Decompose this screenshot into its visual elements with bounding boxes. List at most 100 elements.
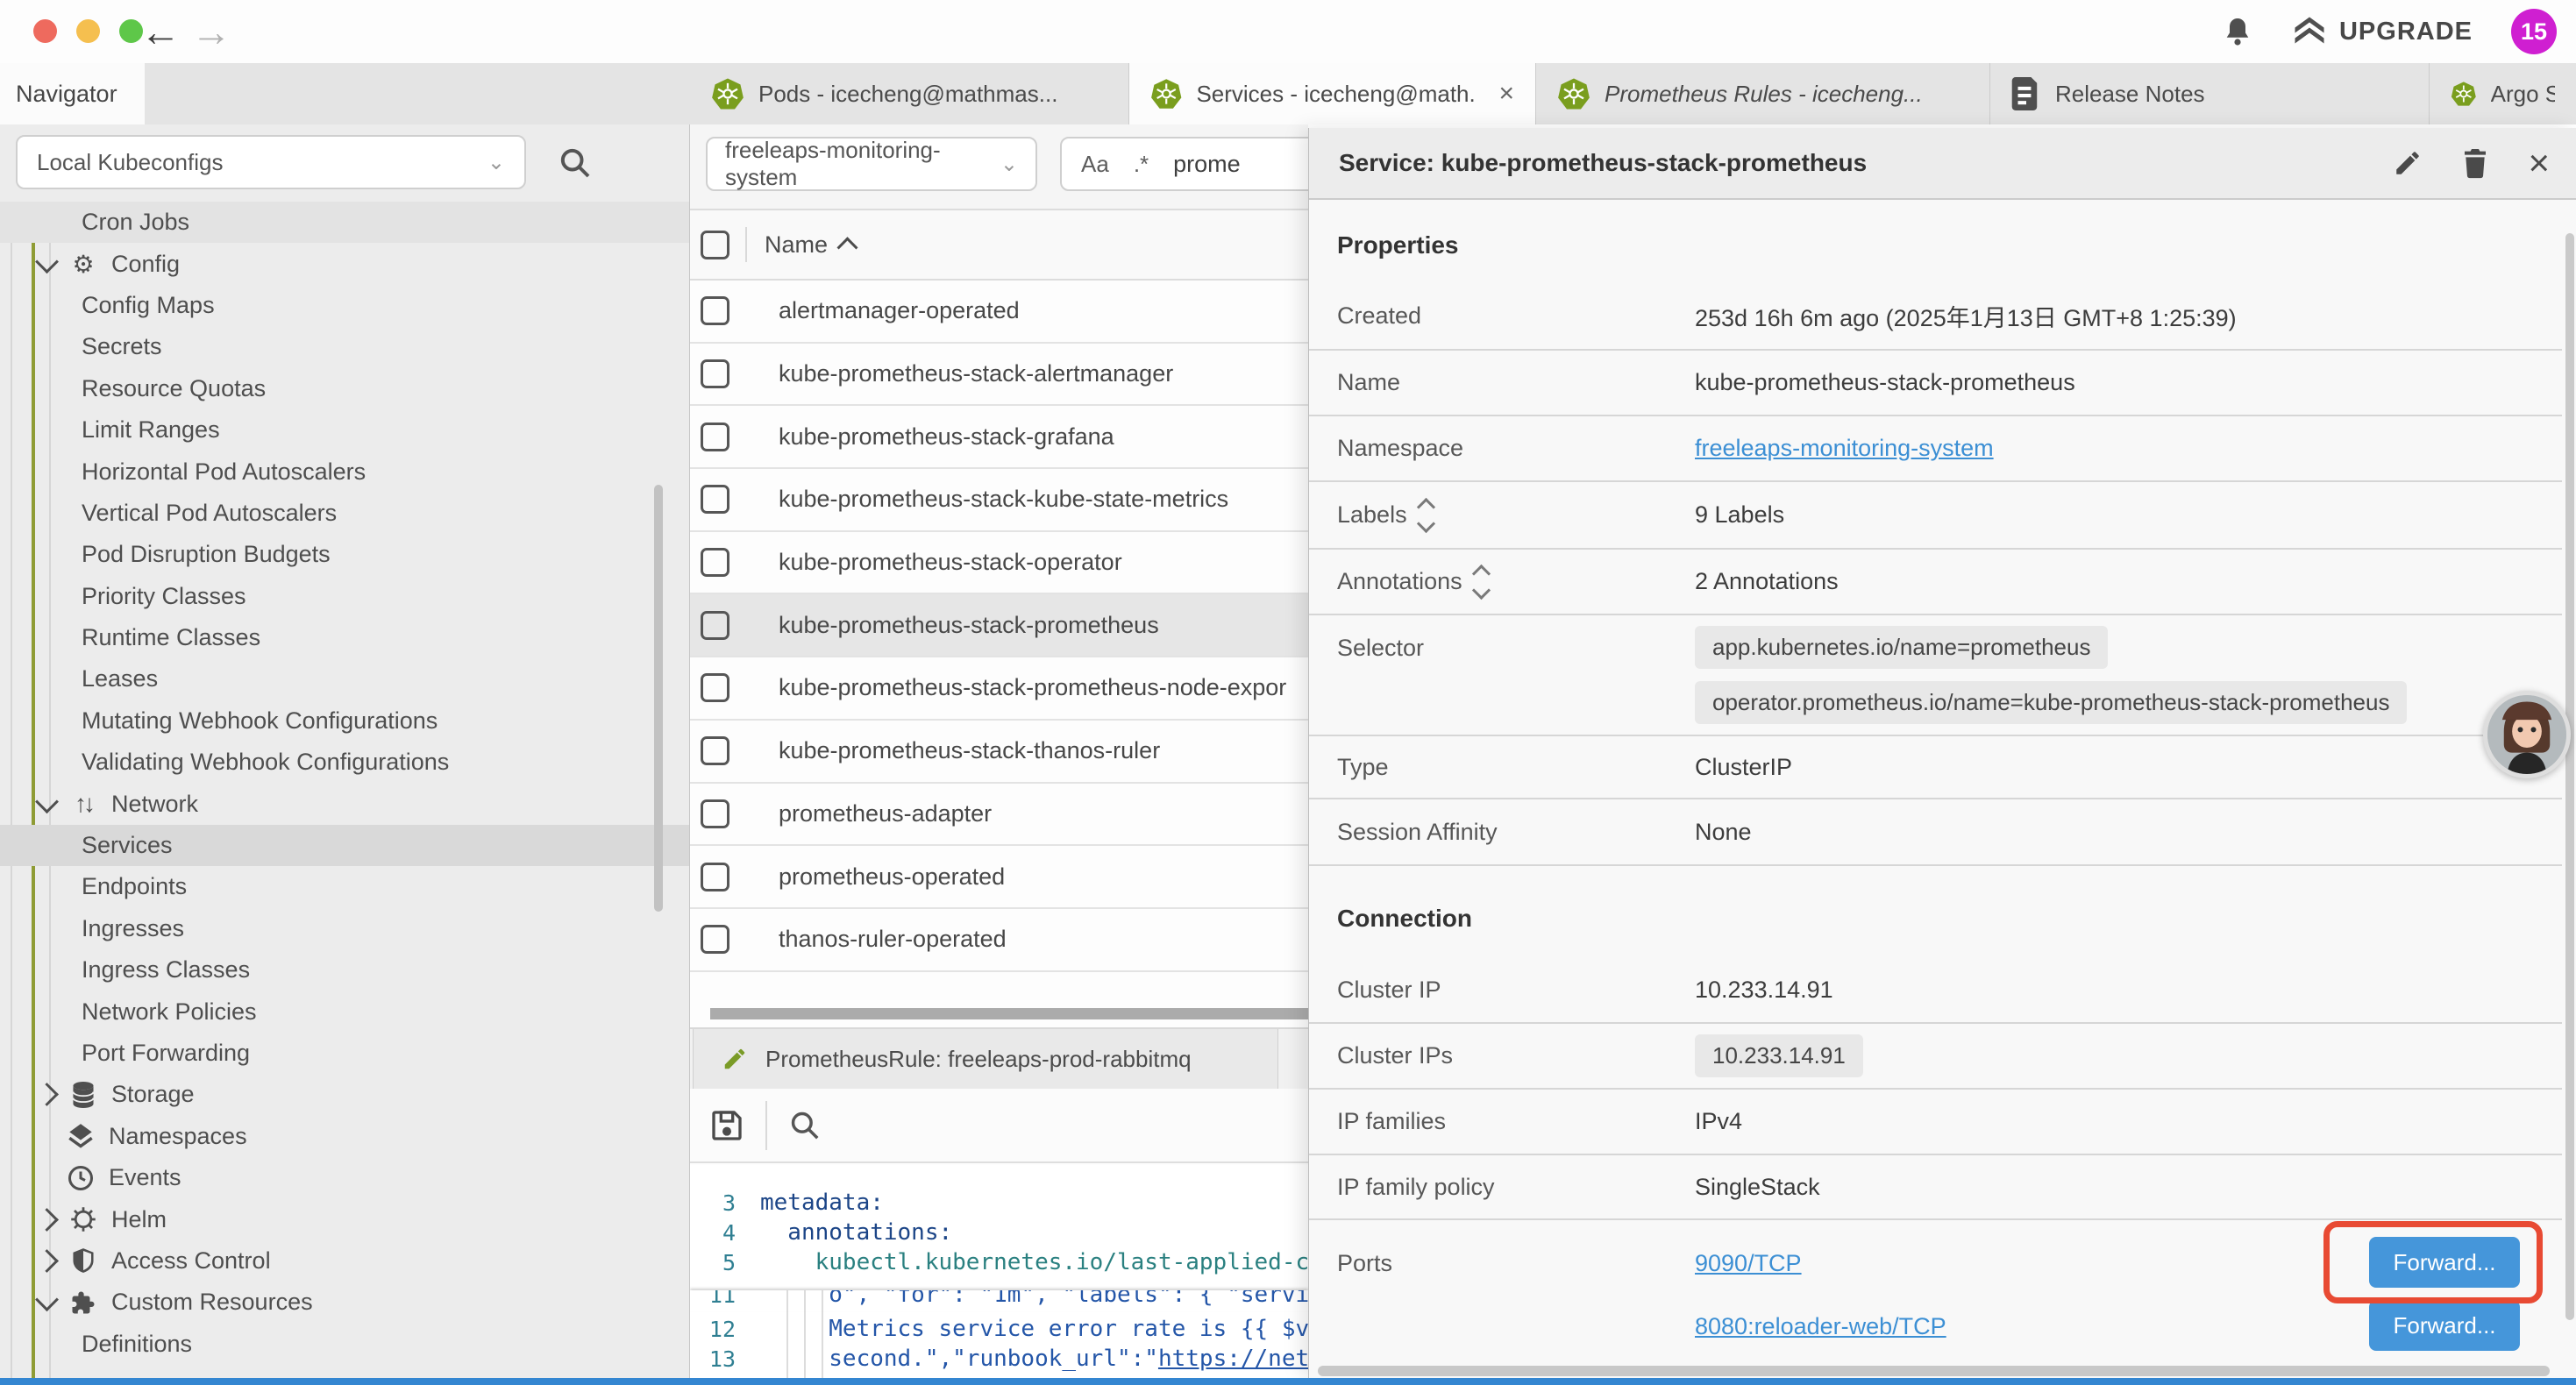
table-row[interactable]: kube-prometheus-stack-operator <box>690 532 1308 595</box>
sidebar-item-storage[interactable]: Storage <box>0 1074 689 1115</box>
sidebar-item-secrets[interactable]: Secrets <box>0 326 689 367</box>
selector-chip: app.kubernetes.io/name=prometheus <box>1695 626 2108 669</box>
row-checkbox[interactable] <box>701 485 729 514</box>
row-checkbox[interactable] <box>701 296 729 325</box>
back-arrow-icon[interactable]: ← <box>140 5 181 58</box>
sidebar-item-services[interactable]: Services <box>0 825 689 866</box>
details-horizontal-scrollbar[interactable] <box>1318 1366 2550 1376</box>
tab-prometheus-rules[interactable]: Prometheus Rules - icecheng... <box>1536 63 1990 124</box>
avatar[interactable] <box>2483 691 2571 778</box>
sidebar-item-port-forwarding[interactable]: Port Forwarding <box>0 1033 689 1074</box>
table-row[interactable]: kube-prometheus-stack-kube-state-metrics <box>690 469 1308 532</box>
close-tab-icon[interactable]: × <box>1498 79 1514 109</box>
maximize-window-button[interactable] <box>119 19 143 43</box>
sidebar-scrollbar[interactable] <box>654 485 663 912</box>
kubeconfig-selector[interactable]: Local Kubeconfigs ⌄ <box>16 135 526 189</box>
close-window-button[interactable] <box>33 19 57 43</box>
expand-toggle-icon[interactable] <box>1420 501 1433 530</box>
table-row[interactable]: prometheus-operated <box>690 846 1308 909</box>
forward-arrow-icon[interactable]: → <box>191 5 231 58</box>
navigator-panel-tab[interactable]: Navigator <box>0 63 145 124</box>
regex-icon[interactable]: .* <box>1134 151 1149 178</box>
minimize-window-button[interactable] <box>76 19 100 43</box>
table-row[interactable]: prometheus-adapter <box>690 784 1308 847</box>
chevron-right-icon <box>35 1083 59 1106</box>
port-link-8080[interactable]: 8080:reloader-web/TCP <box>1695 1313 1946 1339</box>
sidebar-item-runtime-classes[interactable]: Runtime Classes <box>0 617 689 658</box>
namespace-link[interactable]: freeleaps-monitoring-system <box>1695 435 1994 461</box>
expand-toggle-icon[interactable] <box>1475 567 1488 597</box>
runbook-url-link[interactable]: https://net <box>1158 1346 1308 1372</box>
match-case-icon[interactable]: Aa <box>1081 151 1109 178</box>
code-line: 3 metadata: <box>690 1188 1308 1218</box>
sidebar-item-custom-resources[interactable]: Custom Resources <box>0 1282 689 1323</box>
row-checkbox[interactable] <box>701 799 729 828</box>
detail-row-session-affinity: Session Affinity None <box>1309 799 2562 866</box>
sidebar-item-config[interactable]: ⚙ Config <box>0 243 689 284</box>
edit-icon[interactable] <box>2393 148 2423 178</box>
row-checkbox[interactable] <box>701 863 729 891</box>
namespace-selector[interactable]: freeleaps-monitoring-system ⌄ <box>706 137 1037 191</box>
sidebar-item-cron-jobs[interactable]: Cron Jobs <box>0 202 689 243</box>
dock-tab-prometheusrule[interactable]: PrometheusRule: freeleaps-prod-rabbitmq <box>693 1029 1278 1089</box>
select-all-checkbox[interactable] <box>701 231 729 259</box>
table-row[interactable]: thanos-ruler-operated <box>690 909 1308 972</box>
name-column-header[interactable]: Name <box>765 231 855 259</box>
close-details-icon[interactable]: × <box>2528 145 2550 181</box>
tab-pods[interactable]: Pods - icecheng@mathmas... <box>690 63 1129 124</box>
sidebar-item-network[interactable]: ↑↓ Network <box>0 783 689 824</box>
sidebar-item-vertical-pod-autoscalers[interactable]: Vertical Pod Autoscalers <box>0 493 689 534</box>
upgrade-label: UPGRADE <box>2339 18 2473 46</box>
row-checkbox[interactable] <box>701 359 729 388</box>
sidebar-item-pod-disruption-budgets[interactable]: Pod Disruption Budgets <box>0 534 689 575</box>
table-row[interactable]: kube-prometheus-stack-thanos-ruler <box>690 721 1308 784</box>
sidebar-item-horizontal-pod-autoscalers[interactable]: Horizontal Pod Autoscalers <box>0 451 689 492</box>
row-checkbox[interactable] <box>701 736 729 765</box>
table-row[interactable]: alertmanager-operated <box>690 281 1308 344</box>
sidebar-item-config-maps[interactable]: Config Maps <box>0 285 689 326</box>
sidebar-item-resource-quotas[interactable]: Resource Quotas <box>0 368 689 409</box>
editor-search-icon[interactable] <box>788 1109 822 1142</box>
tab-services[interactable]: Services - icecheng@math... × <box>1129 63 1536 124</box>
row-checkbox[interactable] <box>701 548 729 577</box>
row-checkbox[interactable] <box>701 611 729 640</box>
sidebar-item-ingresses[interactable]: Ingresses <box>0 908 689 949</box>
table-row[interactable]: kube-prometheus-stack-grafana <box>690 406 1308 469</box>
detail-row-created: Created 253d 16h 6m ago (2025年1月13日 GMT+… <box>1309 282 2562 351</box>
row-checkbox[interactable] <box>701 423 729 451</box>
list-search-input[interactable]: Aa .* prome <box>1060 137 1308 191</box>
sidebar-item-events[interactable]: Events <box>0 1157 689 1198</box>
tab-argo[interactable]: Argo Se <box>2430 63 2576 124</box>
upgrade-button[interactable]: UPGRADE <box>2292 16 2473 47</box>
sidebar-item-priority-classes[interactable]: Priority Classes <box>0 576 689 617</box>
table-row[interactable]: kube-prometheus-stack-alertmanager <box>690 344 1308 407</box>
sidebar-item-access-control[interactable]: Access Control <box>0 1240 689 1282</box>
notifications-bell-icon[interactable] <box>2222 15 2253 48</box>
table-row[interactable]: kube-prometheus-stack-prometheus-node-ex… <box>690 657 1308 721</box>
sidebar-item-validating-webhook-configurations[interactable]: Validating Webhook Configurations <box>0 742 689 783</box>
forward-button-8080[interactable]: Forward... <box>2369 1300 2520 1351</box>
sidebar-item-endpoints[interactable]: Endpoints <box>0 866 689 907</box>
row-checkbox[interactable] <box>701 673 729 702</box>
sidebar-item-network-policies[interactable]: Network Policies <box>0 991 689 1032</box>
sidebar-item-definitions[interactable]: Definitions <box>0 1324 689 1365</box>
dock-tab-partial[interactable] <box>1295 1029 1308 1089</box>
details-vertical-scrollbar[interactable] <box>2565 233 2574 1320</box>
row-checkbox[interactable] <box>701 925 729 954</box>
port-link-9090[interactable]: 9090/TCP <box>1695 1250 1802 1276</box>
tab-release-notes[interactable]: Release Notes <box>1990 63 2430 124</box>
sidebar-item-limit-ranges[interactable]: Limit Ranges <box>0 409 689 451</box>
sidebar-item-ingress-classes[interactable]: Ingress Classes <box>0 949 689 991</box>
save-icon[interactable] <box>709 1108 744 1143</box>
sidebar-item-namespaces[interactable]: Namespaces <box>0 1116 689 1157</box>
sidebar-item-helm[interactable]: Helm <box>0 1198 689 1239</box>
notification-count-badge[interactable]: 15 <box>2511 9 2557 54</box>
list-horizontal-scrollbar[interactable] <box>710 1008 1308 1019</box>
delete-trash-icon[interactable] <box>2461 147 2489 179</box>
table-row-selected[interactable]: kube-prometheus-stack-prometheus <box>690 594 1308 657</box>
sidebar-search-icon[interactable] <box>558 146 593 181</box>
sidebar-item-mutating-webhook-configurations[interactable]: Mutating Webhook Configurations <box>0 700 689 742</box>
cluster-ip-chip: 10.233.14.91 <box>1695 1034 1863 1077</box>
yaml-editor[interactable]: 3 metadata: 4 annotations: 5 kubectl.kub… <box>690 1165 1308 1378</box>
sidebar-item-leases[interactable]: Leases <box>0 658 689 700</box>
